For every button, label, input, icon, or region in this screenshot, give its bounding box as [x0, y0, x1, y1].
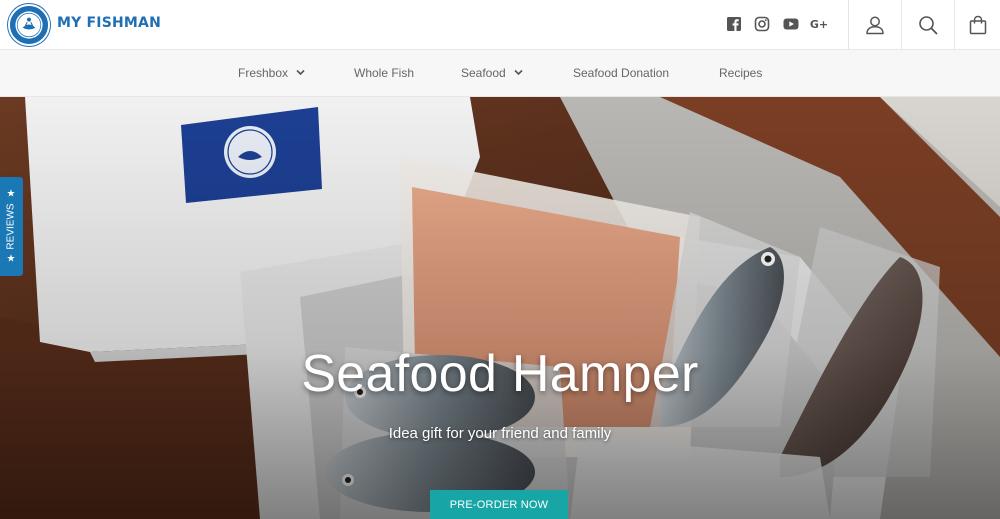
main-nav: Freshbox Whole Fish Seafood Seafood Dona… [0, 50, 1000, 97]
star-icon: ★ [7, 188, 16, 200]
nav-item-label: Whole Fish [354, 66, 415, 80]
brand-logo[interactable] [8, 4, 50, 46]
search-icon [919, 16, 938, 35]
site-header: MY FISHMAN G+ [0, 0, 1000, 50]
nav-item-whole-fish[interactable]: Whole Fish [354, 66, 414, 80]
cart-icon [969, 15, 986, 35]
hero-title: Seafood Hamper [301, 345, 699, 403]
search-button[interactable] [901, 0, 954, 50]
hero-banner: Seafood Hamper Idea gift for your friend… [0, 97, 1000, 519]
hero-subtitle: Idea gift for your friend and family [388, 425, 612, 442]
facebook-icon[interactable] [726, 16, 742, 32]
google-plus-icon[interactable]: G+ [810, 16, 828, 32]
chevron-down-icon [514, 68, 523, 77]
nav-item-seafood[interactable]: Seafood [461, 66, 523, 80]
star-icon: ★ [7, 253, 16, 265]
nav-item-seafood-donation[interactable]: Seafood Donation [573, 66, 669, 80]
nav-item-label: Seafood Donation [573, 66, 670, 80]
instagram-icon[interactable] [754, 16, 770, 32]
brand-name[interactable]: MY FISHMAN [57, 15, 161, 31]
reviews-tab[interactable]: ★ REVIEWS ★ [0, 177, 23, 276]
hero-image [0, 97, 1000, 519]
nav-item-label: Recipes [719, 66, 763, 80]
cart-button[interactable] [954, 0, 1000, 50]
nav-item-recipes[interactable]: Recipes [719, 66, 762, 80]
pre-order-button[interactable]: PRE-ORDER NOW [430, 490, 568, 519]
chevron-down-icon [296, 68, 305, 77]
youtube-icon[interactable] [783, 16, 799, 32]
nav-item-label: Freshbox [238, 66, 289, 80]
nav-item-freshbox[interactable]: Freshbox [238, 66, 305, 80]
account-button[interactable] [848, 0, 901, 50]
reviews-label: REVIEWS [6, 203, 17, 250]
nav-item-label: Seafood [461, 66, 506, 80]
account-icon [866, 16, 884, 35]
